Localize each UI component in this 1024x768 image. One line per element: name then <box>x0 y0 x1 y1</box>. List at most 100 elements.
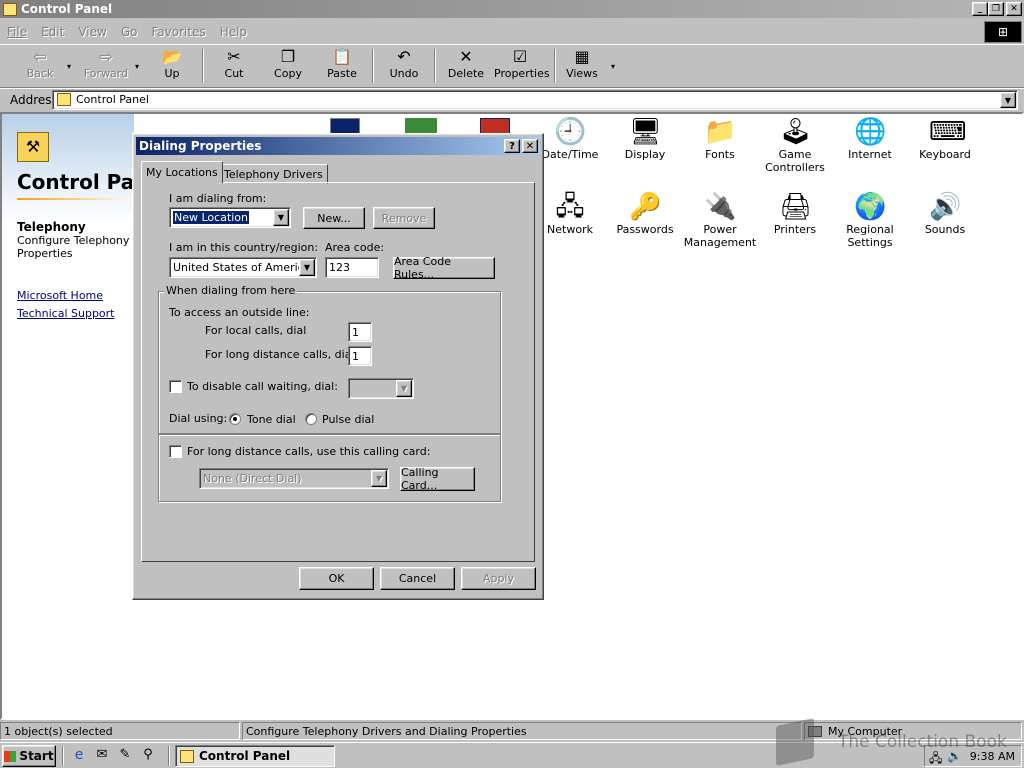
network-icon: 🖧 <box>555 192 585 222</box>
remove-location-button[interactable]: Remove <box>373 207 435 229</box>
address-label: Address <box>10 93 58 107</box>
call-waiting-checkbox[interactable] <box>169 380 182 393</box>
toolbar-separator <box>434 49 436 83</box>
menu-help[interactable]: Help <box>220 25 247 39</box>
new-location-button[interactable]: New... <box>303 207 365 229</box>
back-dropdown-arrow[interactable]: ▾ <box>64 47 74 85</box>
calling-card-dropdown-button[interactable]: ▼ <box>371 470 387 487</box>
watermark: The Collection Book <box>770 717 1020 767</box>
undo-button[interactable]: ↶ Undo <box>382 47 426 85</box>
clipboard-icon: 📋 <box>332 47 352 66</box>
tab-my-locations[interactable]: My Locations <box>141 161 223 183</box>
properties-icon: ☑ <box>512 47 528 66</box>
location-select[interactable]: New Location ▼ <box>169 207 291 228</box>
views-button[interactable]: ▦ Views <box>562 47 602 85</box>
fonts-folder-icon: 📁 <box>704 117 737 147</box>
windows-logo-icon: ⊞ <box>984 21 1022 43</box>
toolbar-separator <box>202 49 204 83</box>
control-panel-window-icon <box>3 2 17 16</box>
pulse-dial-radio[interactable] <box>305 413 317 425</box>
window-title-bar[interactable]: Control Panel _ ❐ ✕ <box>0 0 1024 18</box>
desktop-quicklaunch-icon[interactable]: ✎ <box>116 747 134 765</box>
dialog-title-bar[interactable]: Dialing Properties ? ✕ <box>136 137 540 155</box>
help-button[interactable]: ? <box>504 139 520 153</box>
call-waiting-select[interactable]: ▼ <box>348 378 414 399</box>
forward-button[interactable]: ⇨ Forward <box>80 47 132 85</box>
passwords-item[interactable]: 🔑 Passwords <box>607 191 683 236</box>
local-calls-input[interactable]: 1 <box>348 322 372 342</box>
speaker-icon: 🔊 <box>929 192 962 222</box>
cut-button[interactable]: ✂ Cut <box>212 47 256 85</box>
calling-card-button[interactable]: Calling Card... <box>400 466 475 492</box>
tab-telephony-drivers[interactable]: Telephony Drivers <box>219 164 328 184</box>
status-selection: 1 object(s) selected <box>0 722 240 740</box>
toolbar-separator <box>554 49 556 83</box>
call-waiting-dropdown-button[interactable]: ▼ <box>396 380 412 397</box>
power-icon: 🔌 <box>704 192 737 222</box>
display-item[interactable]: 🖥 Display <box>607 116 683 161</box>
location-dropdown-button[interactable]: ▼ <box>273 209 289 226</box>
menu-view[interactable]: View <box>78 25 106 39</box>
apply-button[interactable]: Apply <box>461 567 536 590</box>
close-dialog-button[interactable]: ✕ <box>522 139 538 153</box>
paste-button[interactable]: 📋 Paste <box>320 47 364 85</box>
calling-card-checkbox[interactable] <box>169 445 182 458</box>
close-window-button[interactable]: ✕ <box>1006 2 1022 16</box>
ie-quicklaunch-icon[interactable]: e <box>70 747 88 765</box>
minimize-button[interactable]: _ <box>972 2 988 16</box>
game-controllers-item[interactable]: 🕹 Game Controllers <box>757 116 833 174</box>
technical-support-link[interactable]: Technical Support <box>17 307 115 320</box>
menu-go[interactable]: Go <box>121 25 138 39</box>
long-distance-label: For long distance calls, dial <box>205 348 355 361</box>
sounds-item[interactable]: 🔊 Sounds <box>907 191 983 236</box>
keyboard-item[interactable]: ⌨ Keyboard <box>907 116 983 161</box>
views-dropdown-arrow[interactable]: ▾ <box>608 47 618 85</box>
address-dropdown-button[interactable]: ▼ <box>1000 92 1016 108</box>
country-select[interactable]: United States of America ▼ <box>169 257 317 278</box>
undo-icon: ↶ <box>397 47 411 66</box>
microsoft-home-link[interactable]: Microsoft Home <box>17 289 103 302</box>
up-folder-icon: 📂 <box>162 47 182 66</box>
area-code-input[interactable]: 123 <box>325 257 379 278</box>
ok-button[interactable]: OK <box>299 567 374 590</box>
menu-favorites[interactable]: Favorites <box>151 25 205 39</box>
properties-button[interactable]: ☑ Properties <box>494 47 550 85</box>
scissors-icon: ✂ <box>227 47 241 66</box>
dial-using-label: Dial using: <box>169 412 228 425</box>
taskbar-control-panel-button[interactable]: Control Panel <box>175 745 335 767</box>
country-dropdown-button[interactable]: ▼ <box>299 259 315 276</box>
window-title: Control Panel <box>21 2 113 16</box>
pulse-dial-label: Pulse dial <box>322 413 375 426</box>
tone-dial-radio[interactable] <box>229 413 241 425</box>
forward-arrow-icon: ⇨ <box>99 47 113 66</box>
outlook-quicklaunch-icon[interactable]: ✉ <box>93 747 111 765</box>
printers-item[interactable]: 🖨 Printers <box>757 191 833 236</box>
tone-dial-label: Tone dial <box>247 413 296 426</box>
start-button[interactable]: Start <box>2 745 56 767</box>
menu-file[interactable]: File <box>7 25 27 39</box>
cancel-button[interactable]: Cancel <box>380 567 455 590</box>
back-button[interactable]: ⇦ Back <box>18 47 62 85</box>
fonts-item[interactable]: 📁 Fonts <box>682 116 758 161</box>
item-description: Configure Telephony Properties <box>17 234 130 260</box>
channels-quicklaunch-icon[interactable]: ⚲ <box>139 747 157 765</box>
forward-dropdown-arrow[interactable]: ▾ <box>132 47 142 85</box>
restore-button[interactable]: ❐ <box>988 2 1004 16</box>
copy-button[interactable]: ❐ Copy <box>266 47 310 85</box>
calling-card-select[interactable]: None (Direct Dial) ▼ <box>199 468 389 489</box>
monitor-icon: 🖥 <box>629 117 663 147</box>
address-field[interactable]: Control Panel ▼ <box>52 90 1018 110</box>
menu-edit[interactable]: Edit <box>41 25 64 39</box>
address-bar: Address Control Panel ▼ <box>0 88 1024 110</box>
power-management-item[interactable]: 🔌 Power Management <box>682 191 758 249</box>
keys-icon: 🔑 <box>629 192 662 222</box>
area-code-rules-button[interactable]: Area Code Rules... <box>393 255 495 281</box>
regional-settings-item[interactable]: 🌍 Regional Settings <box>832 191 908 249</box>
long-distance-input[interactable]: 1 <box>348 346 372 366</box>
call-waiting-label: To disable call waiting, dial: <box>187 380 338 393</box>
internet-item[interactable]: 🌐 Internet <box>832 116 908 161</box>
windows-flag-icon <box>4 750 17 762</box>
up-button[interactable]: 📂 Up <box>150 47 194 85</box>
delete-button[interactable]: ✕ Delete <box>444 47 488 85</box>
dialog-title: Dialing Properties <box>139 139 262 153</box>
